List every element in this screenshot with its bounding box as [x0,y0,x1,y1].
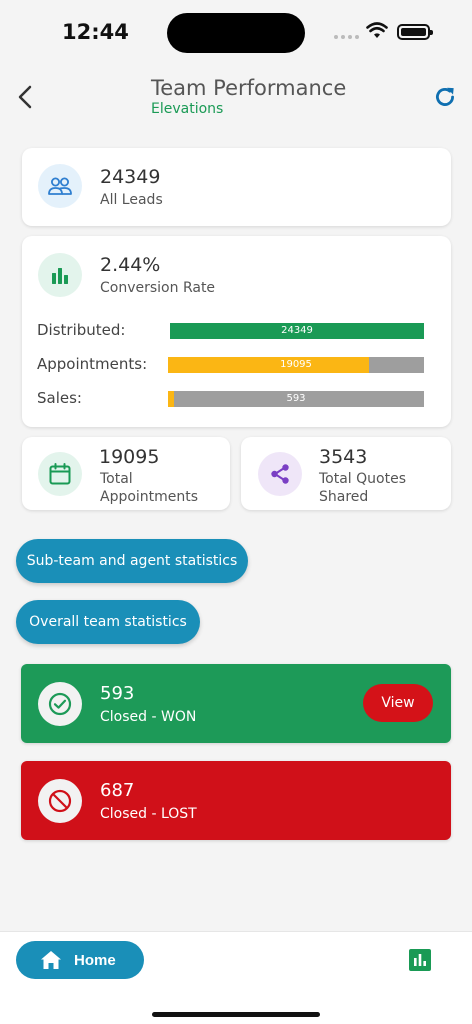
appointments-total-label: Total Appointments [100,471,199,505]
header: Team Performance Elevations [0,72,472,122]
appointments-value-total: 19095 [99,446,160,468]
won-label: Closed - WON [100,709,197,725]
appointments-label: Appointments: [37,355,148,373]
leads-card[interactable]: 24349 All Leads [22,148,451,226]
distributed-label: Distributed: [37,321,126,339]
lost-label: Closed - LOST [100,806,197,822]
quotes-label: Total Quotes Shared [319,471,407,505]
sales-label: Sales: [37,389,82,407]
signal-icon [334,35,359,39]
view-button[interactable]: View [363,684,433,722]
battery-icon [397,24,433,40]
distributed-bar: 24349 [170,323,424,339]
closed-won-card[interactable]: 593 Closed - WON View [21,664,451,743]
bar-chart-icon [38,253,82,297]
share-icon [258,452,302,496]
page-title: Team Performance [151,76,347,100]
won-value: 593 [100,683,135,704]
status-bar: 12:44 [0,0,472,60]
conversion-label: Conversion Rate [100,280,216,296]
home-indicator [152,1012,320,1017]
sales-bar: 593 [168,391,424,407]
conversion-value: 2.44% [100,254,161,276]
overall-statistics-button[interactable]: Overall team statistics [16,600,200,644]
quotes-value: 3543 [319,446,368,468]
wifi-icon [366,22,388,38]
lost-value: 687 [100,780,135,801]
status-time: 12:44 [62,20,129,44]
leads-label: All Leads [100,192,163,208]
home-icon [41,951,61,969]
subteam-statistics-button[interactable]: Sub-team and agent statistics [16,539,248,583]
conversion-card: 2.44% Conversion Rate Distributed: 24349… [22,236,451,427]
bottom-nav: Home [0,931,472,1024]
home-button[interactable]: Home [16,941,144,979]
sales-value: 593 [286,393,306,404]
appointments-bar: 19095 [168,357,424,373]
dynamic-island [167,13,305,53]
appointments-value: 19095 [280,359,312,370]
appointments-card[interactable]: 19095 Total Appointments [22,437,230,510]
stats-icon[interactable] [409,949,431,971]
back-button[interactable] [14,82,38,112]
page-subtitle: Elevations [151,101,224,117]
distributed-value: 24349 [281,325,313,336]
closed-lost-card[interactable]: 687 Closed - LOST [21,761,451,840]
calendar-icon [38,452,82,496]
quotes-card[interactable]: 3543 Total Quotes Shared [241,437,451,510]
users-icon [38,164,82,208]
refresh-button[interactable] [432,84,458,110]
block-icon [38,779,82,823]
home-label: Home [74,951,116,969]
leads-value: 24349 [100,166,161,188]
check-circle-icon [38,682,82,726]
